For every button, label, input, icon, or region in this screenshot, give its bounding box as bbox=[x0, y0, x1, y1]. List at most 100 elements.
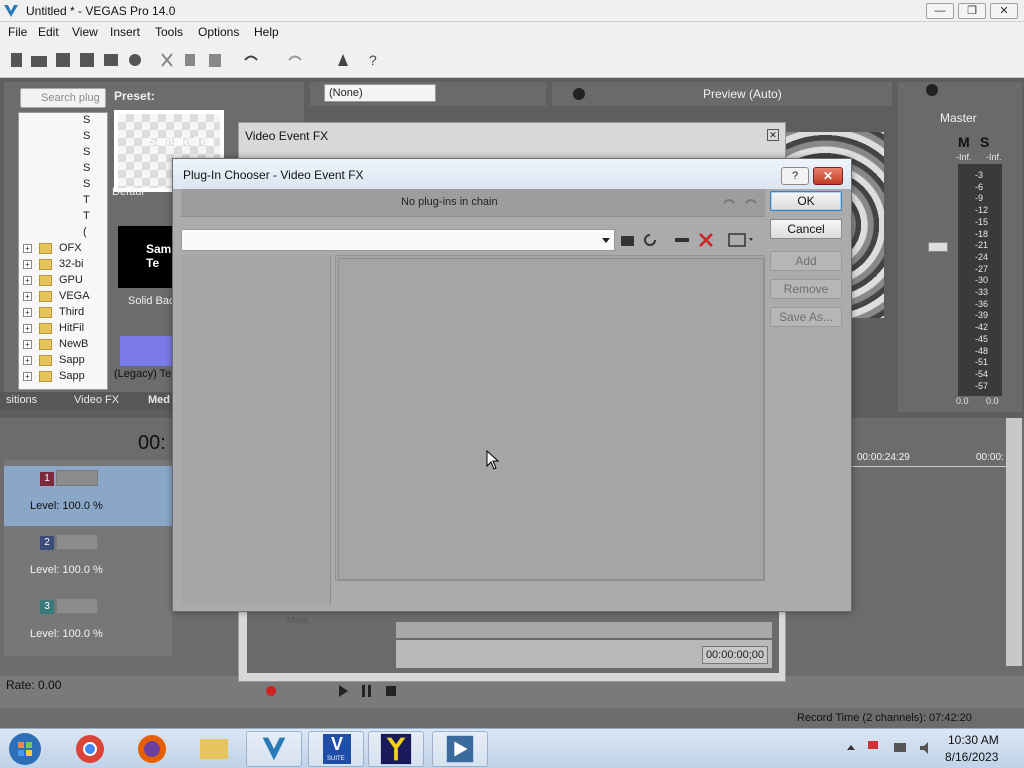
expand-icon[interactable]: + bbox=[23, 340, 32, 349]
close-button[interactable]: ✕ bbox=[813, 167, 843, 185]
menu-tools[interactable]: Tools bbox=[155, 25, 183, 39]
tree-folder-sapphire-2[interactable]: + Sapp bbox=[19, 369, 107, 385]
refresh-icon[interactable] bbox=[641, 231, 659, 249]
trimmer-select[interactable]: (None) bbox=[324, 84, 436, 102]
preset-thumbnail[interactable]: Sam Te bbox=[118, 226, 172, 288]
add-button[interactable]: Add bbox=[770, 251, 842, 271]
chrome-icon[interactable] bbox=[62, 731, 118, 767]
render-icon[interactable] bbox=[102, 52, 120, 68]
undo-icon[interactable] bbox=[242, 52, 260, 68]
tab-transitions[interactable]: sitions bbox=[6, 394, 37, 406]
save-as-icon[interactable] bbox=[78, 52, 96, 68]
expand-icon[interactable]: + bbox=[23, 276, 32, 285]
help-button[interactable]: ? bbox=[781, 167, 809, 185]
expand-icon[interactable]: + bbox=[23, 292, 32, 301]
add-to-chain-icon[interactable] bbox=[673, 231, 691, 249]
tree-folder-gpu[interactable]: + GPU bbox=[19, 273, 107, 289]
stop-icon[interactable] bbox=[384, 684, 398, 698]
plugin-folder-select[interactable] bbox=[181, 229, 615, 251]
save-icon[interactable] bbox=[54, 52, 72, 68]
tree-folder-vegas[interactable]: + VEGA bbox=[19, 289, 107, 305]
tree-folder-newblue[interactable]: + NewB bbox=[19, 337, 107, 353]
play-icon[interactable] bbox=[336, 684, 350, 698]
firefox-icon[interactable] bbox=[124, 731, 180, 767]
plugin-folder-tree[interactable] bbox=[181, 255, 331, 605]
chain-move-left-icon[interactable] bbox=[721, 195, 737, 211]
menu-help[interactable]: Help bbox=[254, 25, 279, 39]
save-as-button[interactable]: Save As... bbox=[770, 307, 842, 327]
tree-folder-32bit[interactable]: +32-bi bbox=[19, 257, 107, 273]
menu-options[interactable]: Options bbox=[198, 25, 239, 39]
expand-icon[interactable]: + bbox=[23, 244, 32, 253]
open-folder-icon[interactable] bbox=[30, 52, 48, 68]
yellow-app-taskbar-icon[interactable] bbox=[368, 731, 424, 767]
tree-item[interactable]: S bbox=[19, 161, 107, 177]
track-row[interactable]: 2 Level: 100.0 % bbox=[4, 530, 172, 590]
gear-icon[interactable] bbox=[924, 82, 940, 98]
menu-edit[interactable]: Edit bbox=[38, 25, 59, 39]
expand-icon[interactable]: + bbox=[23, 356, 32, 365]
master-fader[interactable] bbox=[928, 242, 948, 252]
track-name-field[interactable] bbox=[56, 598, 98, 614]
cancel-button[interactable]: Cancel bbox=[770, 219, 842, 239]
tree-item[interactable]: S bbox=[19, 129, 107, 145]
vegas-pro-taskbar-icon[interactable] bbox=[246, 731, 302, 767]
tree-item[interactable]: S bbox=[19, 145, 107, 161]
explorer-search-input[interactable]: Search plug bbox=[20, 88, 106, 108]
fx-time-field[interactable]: 00:00:00;00 bbox=[702, 646, 768, 664]
track-row[interactable]: 3 Level: 100.0 % bbox=[4, 594, 172, 654]
tree-item[interactable]: S bbox=[19, 177, 107, 193]
close-icon[interactable]: ✕ bbox=[767, 129, 779, 141]
media-player-taskbar-icon[interactable] bbox=[432, 731, 488, 767]
enable-snapping-icon[interactable] bbox=[334, 52, 352, 68]
timeline-ruler[interactable] bbox=[852, 466, 1008, 467]
chain-move-right-icon[interactable] bbox=[743, 195, 759, 211]
cut-icon[interactable] bbox=[158, 52, 176, 68]
explorer-tree[interactable]: S S S S S T T ( + OFX +32-bi + GPU + VEGA +… bbox=[18, 112, 108, 390]
track-name-field[interactable] bbox=[56, 470, 98, 486]
plugin-list[interactable] bbox=[335, 255, 765, 581]
timeline-vertical-scrollbar[interactable] bbox=[1006, 418, 1022, 666]
tree-item[interactable]: T bbox=[19, 193, 107, 209]
tab-media-generators[interactable]: Med bbox=[148, 394, 170, 406]
view-list-icon[interactable] bbox=[727, 231, 757, 249]
expand-icon[interactable]: + bbox=[23, 324, 32, 333]
redo-icon[interactable] bbox=[286, 52, 304, 68]
tree-folder-sapphire[interactable]: + Sapp bbox=[19, 353, 107, 369]
tab-video-fx[interactable]: Video FX bbox=[74, 394, 119, 406]
expand-icon[interactable]: + bbox=[23, 372, 32, 381]
start-button-icon[interactable] bbox=[6, 731, 44, 767]
gear-icon[interactable] bbox=[570, 86, 588, 102]
tree-item[interactable]: T bbox=[19, 209, 107, 225]
record-icon[interactable] bbox=[264, 684, 278, 698]
track-name-field[interactable] bbox=[56, 534, 98, 550]
expand-icon[interactable]: + bbox=[23, 308, 32, 317]
fx-horizontal-scrollbar[interactable] bbox=[396, 622, 772, 638]
expand-icon[interactable]: + bbox=[23, 260, 32, 269]
tree-item[interactable]: ( bbox=[19, 225, 107, 241]
clock-time[interactable]: 10:30 AM bbox=[948, 733, 999, 747]
track-row[interactable]: 1 Level: 100.0 % bbox=[4, 466, 172, 526]
solo-button[interactable]: S bbox=[980, 134, 989, 150]
clock-date[interactable]: 8/16/2023 bbox=[945, 750, 998, 764]
volume-muted-icon[interactable] bbox=[918, 739, 934, 757]
mute-button[interactable]: M bbox=[958, 134, 970, 150]
tree-item[interactable]: S bbox=[19, 113, 107, 129]
new-file-icon[interactable] bbox=[8, 52, 26, 68]
tree-folder-hitfilm[interactable]: + HitFil bbox=[19, 321, 107, 337]
preset-thumbnail[interactable] bbox=[120, 336, 172, 366]
network-icon[interactable] bbox=[892, 739, 908, 757]
up-one-level-icon[interactable] bbox=[619, 231, 637, 249]
whats-this-help-icon[interactable]: ? bbox=[366, 52, 384, 68]
vegas-suite-taskbar-icon[interactable]: V SUITE bbox=[308, 731, 364, 767]
close-button[interactable]: ✕ bbox=[990, 3, 1018, 19]
restore-button[interactable]: ❐ bbox=[958, 3, 986, 19]
ok-button[interactable]: OK bbox=[770, 191, 842, 211]
minimize-button[interactable]: — bbox=[926, 3, 954, 19]
remove-button[interactable]: Remove bbox=[770, 279, 842, 299]
paste-icon[interactable] bbox=[206, 52, 224, 68]
delete-icon[interactable] bbox=[697, 231, 715, 249]
tree-folder-ofx[interactable]: + OFX bbox=[19, 241, 107, 257]
action-center-flag-icon[interactable] bbox=[866, 739, 882, 757]
preview-quality-dropdown[interactable]: Preview (Auto) bbox=[703, 87, 782, 101]
